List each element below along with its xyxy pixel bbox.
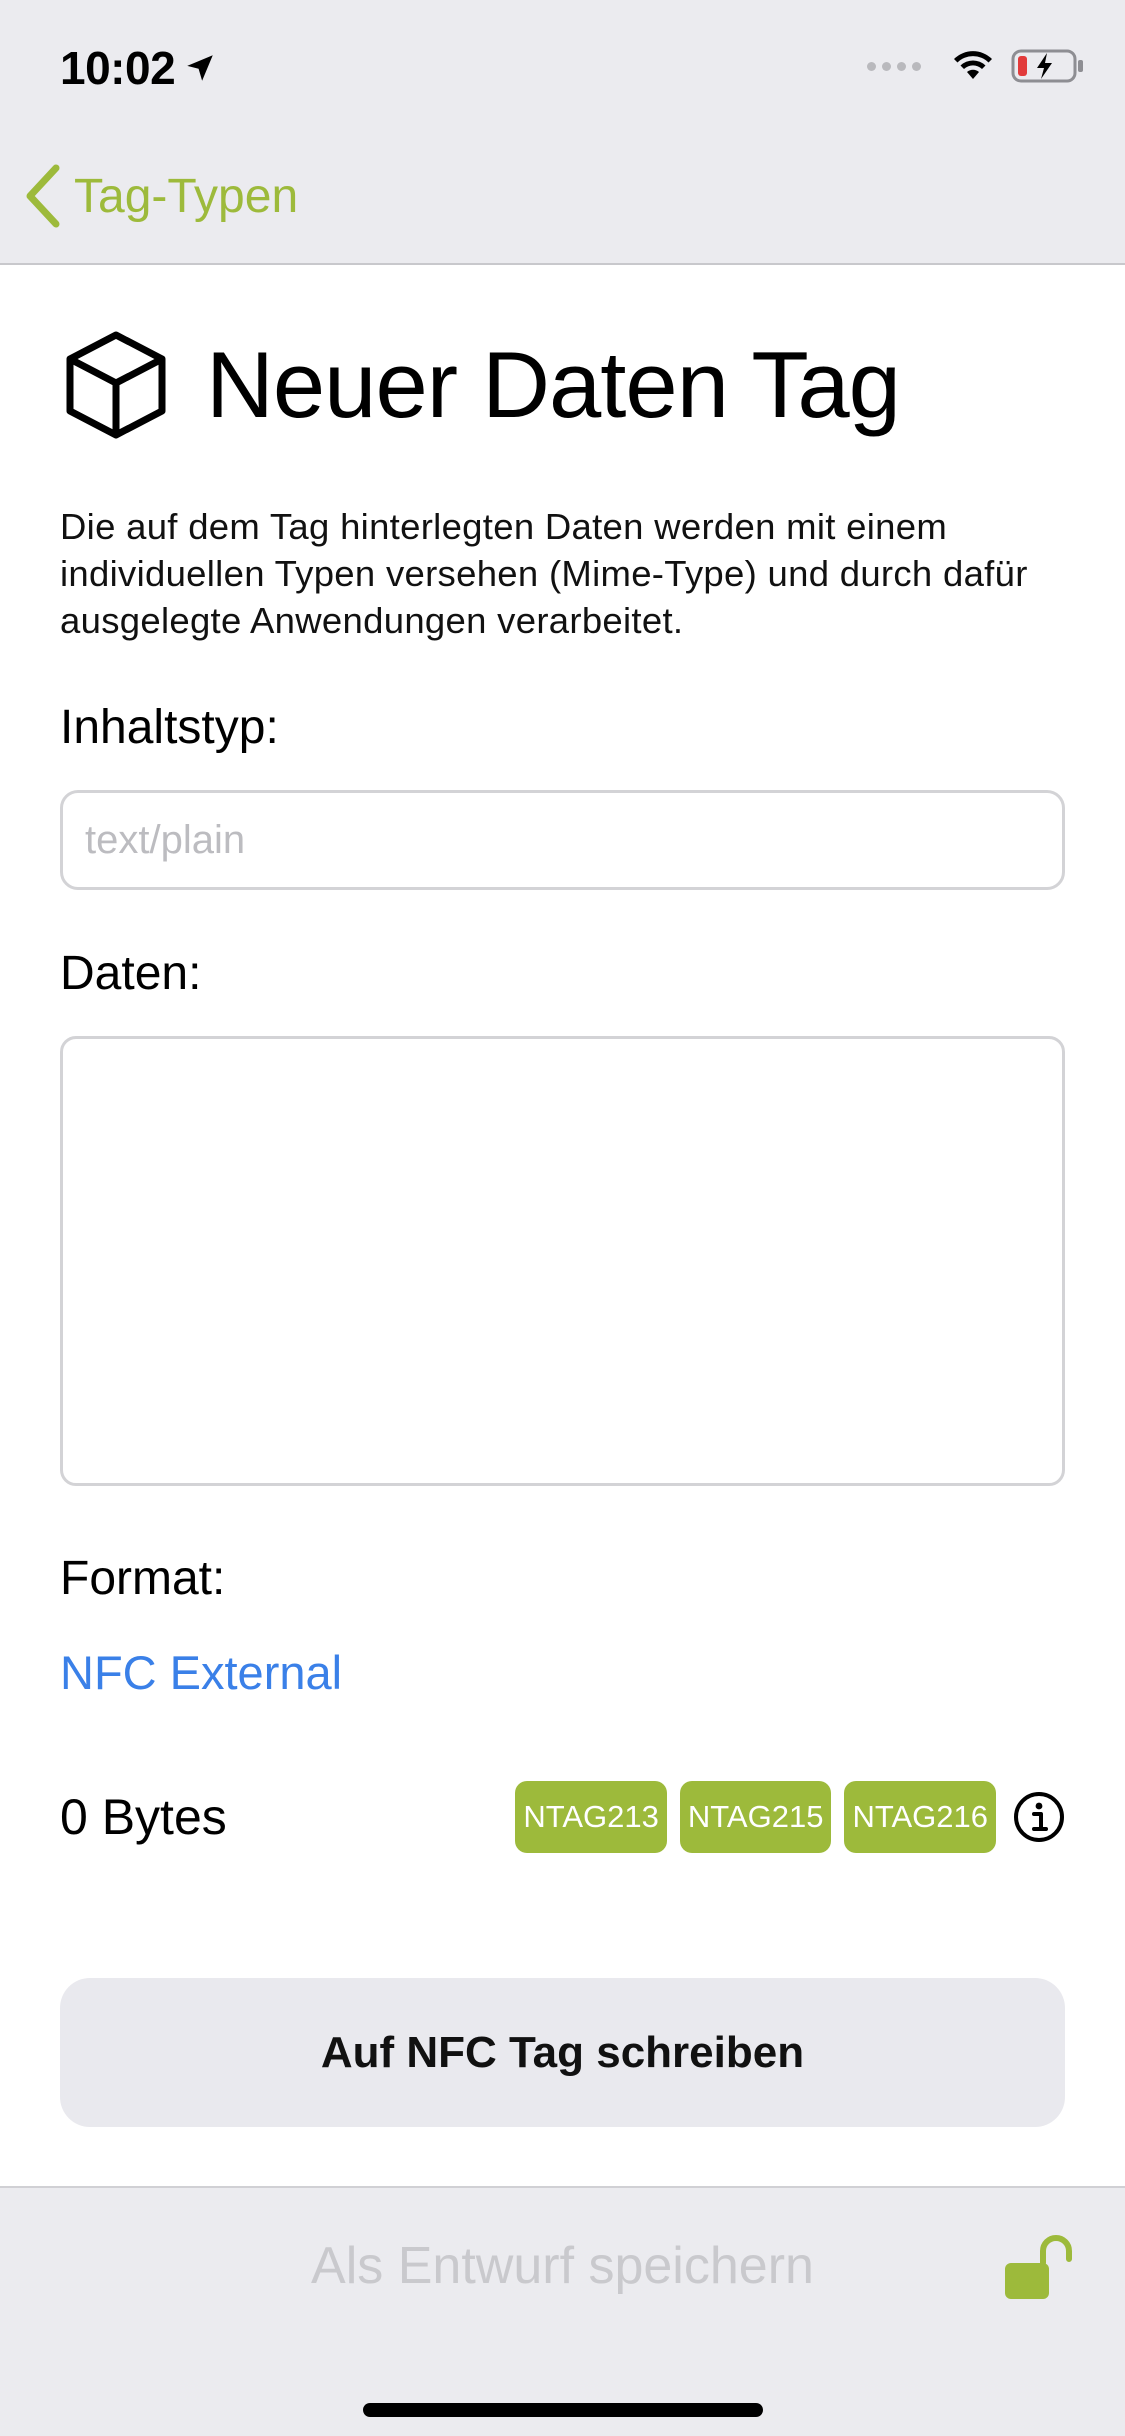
write-nfc-tag-button[interactable]: Auf NFC Tag schreiben [60,1978,1065,2127]
title-row: Neuer Daten Tag [62,329,901,441]
chip-ntag213: NTAG213 [515,1781,667,1853]
back-button[interactable]: Tag-Typen [22,160,298,232]
status-indicators [867,48,1085,84]
info-icon [1014,1792,1064,1842]
content-type-input[interactable] [60,790,1065,890]
format-label: Format: [60,1552,226,1605]
battery-charging-icon [1011,49,1083,83]
top-bar: 10:02 Tag-Typen [0,0,1125,265]
data-textarea[interactable] [60,1036,1065,1486]
cube-icon [66,331,166,439]
main-content: Neuer Daten Tag Die auf dem Tag hinterle… [0,267,1125,2187]
chip-ntag215: NTAG215 [679,1781,832,1853]
format-selector[interactable]: NFC External [60,1645,342,1700]
data-label: Daten: [60,947,202,1000]
save-draft-button[interactable]: Als Entwurf speichern [0,2236,1125,2296]
bytes-count: 0 Bytes [60,1789,227,1845]
chip-ntag216: NTAG216 [844,1781,996,1853]
info-button[interactable] [1013,1791,1065,1843]
page-title: Neuer Daten Tag [206,332,901,437]
chevron-left-icon [26,164,60,228]
bottom-toolbar: Als Entwurf speichern [0,2186,1125,2436]
wifi-icon [954,51,992,79]
lock-toggle-button[interactable] [1003,2233,1075,2308]
back-button-label: Tag-Typen [74,169,299,223]
status-bar-time: 10:02 [60,38,217,98]
location-arrow-icon [187,55,213,81]
content-type-label: Inhaltstyp: [60,701,279,754]
home-indicator [363,2403,763,2417]
status-time-text: 10:02 [60,42,176,94]
cellular-signal-icon [867,61,921,71]
page-description: Die auf dem Tag hinterlegten Daten werde… [60,506,1028,641]
capacity-row: 0 Bytes NTAG213 NTAG215 NTAG216 [60,1779,1065,1855]
unlock-icon [1005,2235,1072,2299]
